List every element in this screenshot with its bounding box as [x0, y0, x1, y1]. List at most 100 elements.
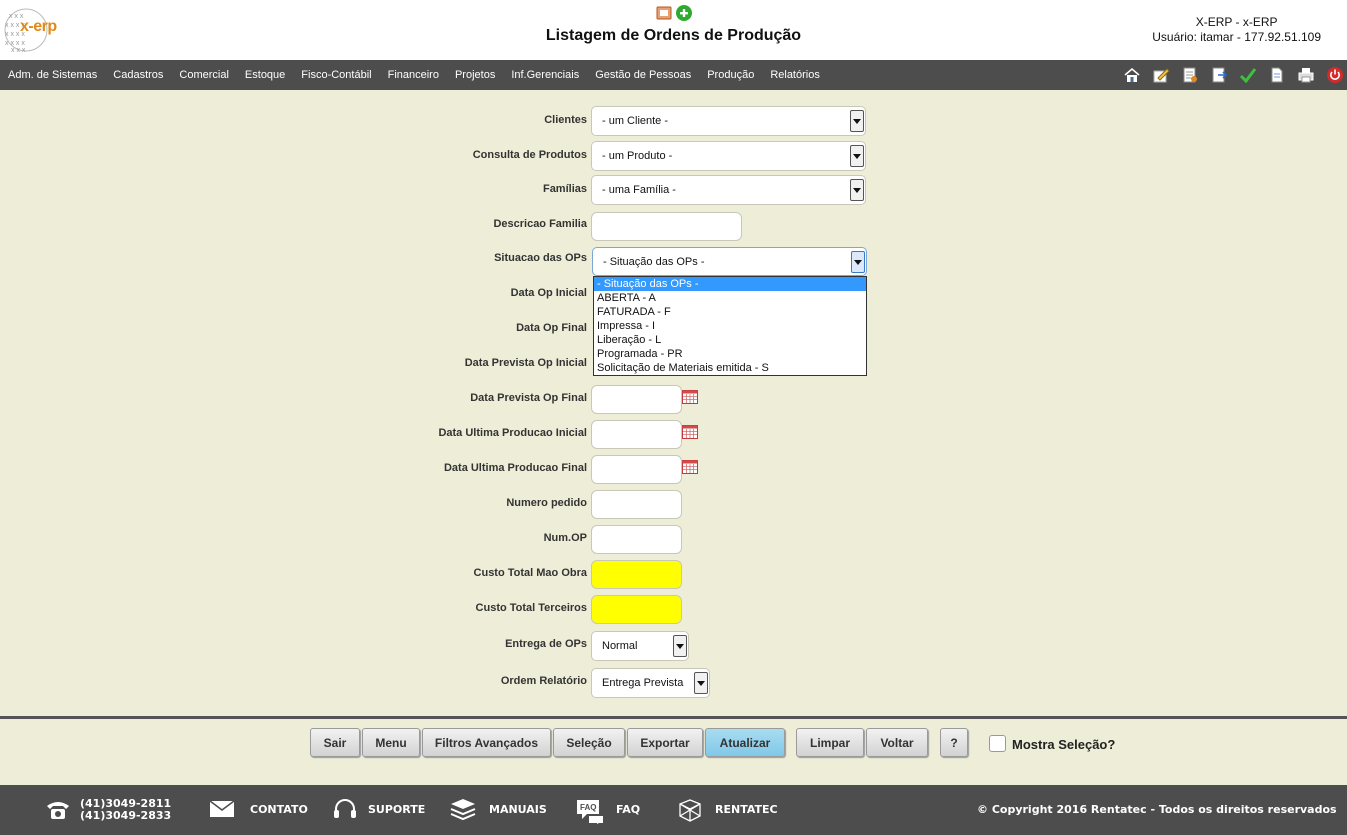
calendar-icon[interactable] [682, 390, 698, 404]
data-prevista-final-input[interactable] [591, 385, 682, 414]
produtos-label: Consulta de Produtos [472, 149, 587, 161]
custo-terceiros-label: Custo Total Terceiros [475, 602, 587, 614]
menu-item-fisco-contabil[interactable]: Fisco-Contábil [301, 69, 371, 81]
rentatec-icon[interactable] [676, 798, 704, 824]
situacao-select-value: - Situação das OPs - [603, 255, 705, 268]
chevron-down-icon[interactable] [850, 179, 864, 201]
faq-icon[interactable]: FAQ [575, 798, 605, 824]
chevron-down-icon[interactable] [850, 110, 864, 132]
menu-item-projetos[interactable]: Projetos [455, 69, 495, 81]
data-prevista-final-label: Data Prevista Op Final [470, 392, 587, 404]
selecao-button[interactable]: Seleção [553, 728, 625, 757]
chevron-down-icon[interactable] [850, 145, 864, 167]
calendar-icon[interactable] [682, 460, 698, 474]
situacao-select[interactable]: - Situação das OPs - [592, 247, 867, 276]
menu-item-inf-gerenciais[interactable]: Inf.Gerenciais [511, 69, 579, 81]
faq-icon-label: FAQ [580, 803, 596, 812]
chevron-down-icon[interactable] [694, 672, 708, 694]
familias-select[interactable]: - uma Família - [591, 175, 866, 205]
check-icon[interactable] [1238, 65, 1258, 85]
entrega-select-value: Normal [602, 640, 638, 652]
descricao-familia-label: Descricao Familia [493, 218, 587, 230]
export-icon[interactable] [1209, 65, 1229, 85]
dropdown-option[interactable]: Impressa - I [594, 319, 866, 333]
exportar-button[interactable]: Exportar [627, 728, 703, 757]
calendar-icon[interactable] [682, 425, 698, 439]
numero-pedido-label: Numero pedido [506, 497, 587, 509]
produtos-select[interactable]: - um Produto - [591, 141, 866, 171]
menu-item-comercial[interactable]: Comercial [179, 69, 229, 81]
report-icon[interactable] [656, 6, 672, 20]
dropdown-option[interactable]: Programada - PR [594, 347, 866, 361]
menu-item-cadastros[interactable]: Cadastros [113, 69, 163, 81]
phone-numbers: (41)3049-2811 (41)3049-2833 [80, 798, 171, 822]
menu-item-producao[interactable]: Produção [707, 69, 754, 81]
power-icon[interactable] [1325, 65, 1345, 85]
menu-item-estoque[interactable]: Estoque [245, 69, 285, 81]
atualizar-button[interactable]: Atualizar [705, 728, 785, 757]
mail-icon[interactable] [209, 798, 235, 820]
filtros-avancados-button[interactable]: Filtros Avançados [422, 728, 551, 757]
custo-mao-obra-label: Custo Total Mao Obra [473, 567, 587, 579]
page-icon[interactable] [1267, 65, 1287, 85]
numero-pedido-input[interactable] [591, 490, 682, 519]
phone-icon [47, 802, 69, 819]
copyright: © Copyright 2016 Rentatec - Todos os dir… [977, 803, 1337, 816]
home-icon[interactable] [1122, 65, 1142, 85]
toolbar [1113, 65, 1345, 85]
menu-button[interactable]: Menu [362, 728, 420, 757]
ordem-label: Ordem Relatório [500, 675, 587, 687]
menu-item-relatorios[interactable]: Relatórios [770, 69, 820, 81]
num-op-input[interactable] [591, 525, 682, 554]
edit-icon[interactable] [1151, 65, 1171, 85]
clientes-label: Clientes [544, 114, 587, 126]
entrega-label: Entrega de OPs [505, 638, 587, 650]
data-op-inicial-label: Data Op Inicial [510, 287, 587, 299]
descricao-familia-input[interactable] [591, 212, 742, 241]
page-title: Listagem de Ordens de Produção [545, 27, 802, 44]
help-button[interactable]: ? [940, 728, 968, 757]
menu-item-adm-sistemas[interactable]: Adm. de Sistemas [8, 69, 97, 81]
num-op-label: Num.OP [543, 532, 587, 544]
user-info: X-ERP - x-ERP Usuário: itamar - 177.92.5… [1152, 15, 1321, 45]
dropdown-option[interactable]: Liberação - L [594, 333, 866, 347]
custo-terceiros-input[interactable] [591, 595, 682, 624]
data-ult-prod-final-input[interactable] [591, 455, 682, 484]
clientes-select[interactable]: - um Cliente - [591, 106, 866, 136]
data-ult-prod-inicial-input[interactable] [591, 420, 682, 449]
add-icon[interactable] [676, 5, 692, 21]
mostra-selecao-checkbox[interactable] [989, 735, 1006, 752]
manuais-link[interactable]: MANUAIS [489, 803, 547, 816]
print-icon[interactable] [1296, 65, 1316, 85]
separator [0, 716, 1347, 719]
data-op-final-label: Data Op Final [516, 322, 587, 334]
entrega-select[interactable]: Normal [591, 631, 689, 661]
limpar-button[interactable]: Limpar [796, 728, 864, 757]
mostra-selecao-label: Mostra Seleção? [1012, 737, 1116, 752]
contato-link[interactable]: CONTATO [250, 803, 308, 816]
familias-select-value: - uma Família - [602, 184, 676, 196]
top-actions [655, 3, 695, 23]
faq-link[interactable]: FAQ [616, 803, 640, 816]
dropdown-option[interactable]: Solicitação de Materiais emitida - S [594, 361, 866, 375]
headset-icon[interactable] [332, 798, 358, 822]
system-name: X-ERP - x-ERP [1195, 15, 1278, 29]
books-icon[interactable] [449, 798, 477, 822]
phone-2: (41)3049-2833 [80, 809, 172, 822]
dropdown-option[interactable]: - Situação das OPs - [594, 277, 866, 291]
svg-text:x x x: x x x [11, 47, 26, 54]
produtos-select-value: - um Produto - [602, 150, 673, 162]
voltar-button[interactable]: Voltar [866, 728, 928, 757]
suporte-link[interactable]: SUPORTE [368, 803, 425, 816]
menu-item-financeiro[interactable]: Financeiro [388, 69, 439, 81]
chevron-down-icon[interactable] [851, 251, 865, 273]
ordem-select[interactable]: Entrega Prevista [591, 668, 710, 698]
rentatec-link[interactable]: RENTATEC [715, 803, 778, 816]
menu-item-gestao-pessoas[interactable]: Gestão de Pessoas [595, 69, 691, 81]
chevron-down-icon[interactable] [673, 635, 687, 657]
dropdown-option[interactable]: FATURADA - F [594, 305, 866, 319]
dropdown-option[interactable]: ABERTA - A [594, 291, 866, 305]
sair-button[interactable]: Sair [310, 728, 360, 757]
document-icon[interactable] [1180, 65, 1200, 85]
custo-mao-obra-input[interactable] [591, 560, 682, 589]
